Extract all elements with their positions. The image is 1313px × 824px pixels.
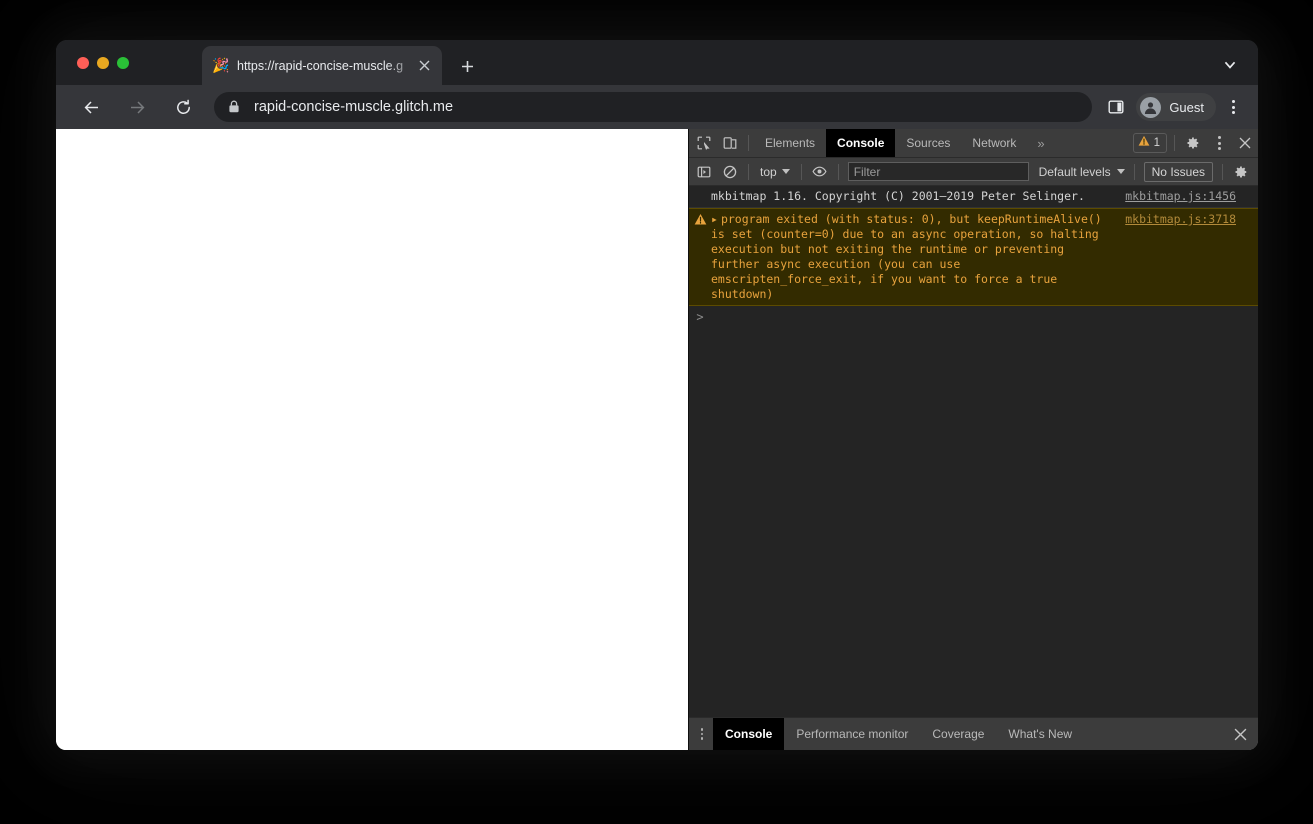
devtools-drawer-tabbar: Console Performance monitor Coverage Wha… bbox=[689, 717, 1258, 750]
tab-network[interactable]: Network bbox=[961, 129, 1027, 157]
tab-console[interactable]: Console bbox=[826, 129, 896, 157]
lock-icon bbox=[228, 100, 242, 114]
window-controls bbox=[77, 57, 129, 69]
new-tab-button[interactable] bbox=[454, 53, 480, 79]
filter-divider-2 bbox=[800, 163, 802, 180]
warning-triangle-icon bbox=[1138, 134, 1150, 152]
tab-sources[interactable]: Sources bbox=[895, 129, 961, 157]
console-message-source-link[interactable]: mkbitmap.js:1456 bbox=[1125, 189, 1258, 204]
filter-divider-3 bbox=[837, 163, 839, 180]
device-toolbar-icon[interactable] bbox=[717, 130, 743, 156]
message-gutter bbox=[689, 189, 711, 190]
back-button[interactable] bbox=[76, 92, 106, 122]
console-prompt-row[interactable]: > bbox=[689, 306, 1258, 328]
console-message-text: mkbitmap 1.16. Copyright (C) 2001–2019 P… bbox=[711, 189, 1085, 203]
log-levels-label: Default levels bbox=[1038, 164, 1111, 179]
clear-console-icon[interactable] bbox=[717, 159, 743, 185]
close-icon[interactable] bbox=[416, 58, 432, 74]
close-icon[interactable] bbox=[1226, 720, 1254, 748]
live-expression-icon[interactable] bbox=[807, 159, 833, 185]
console-warning-body: program exited (with status: 0), but kee… bbox=[711, 212, 1109, 301]
drawer-tab-coverage[interactable]: Coverage bbox=[920, 718, 996, 750]
three-dots-vertical-icon bbox=[1217, 136, 1221, 150]
profile-label: Guest bbox=[1169, 99, 1204, 115]
more-panels-button[interactable]: » bbox=[1027, 129, 1054, 157]
close-icon[interactable] bbox=[1232, 130, 1258, 156]
console-message-warning[interactable]: ▸ program exited (with status: 0), but ke… bbox=[689, 208, 1258, 306]
browser-tab[interactable]: 🎉 https://rapid-concise-muscle.g bbox=[202, 46, 442, 85]
gear-icon[interactable] bbox=[1180, 130, 1206, 156]
log-levels-selector[interactable]: Default levels bbox=[1035, 165, 1129, 179]
chevron-down-icon[interactable] bbox=[1218, 53, 1242, 77]
chevron-down-icon bbox=[781, 169, 790, 174]
avatar bbox=[1140, 96, 1162, 118]
address-bar[interactable]: rapid-concise-muscle.glitch.me bbox=[214, 92, 1093, 122]
devtools-main-toolbar: Elements Console Sources Network » 1 bbox=[689, 129, 1258, 158]
browser-toolbar: rapid-concise-muscle.glitch.me Guest bbox=[56, 85, 1258, 129]
prompt-caret-icon: > bbox=[696, 310, 704, 324]
console-settings-gear-icon[interactable] bbox=[1228, 159, 1254, 185]
window-close-button[interactable] bbox=[77, 57, 89, 69]
drawer-tab-console[interactable]: Console bbox=[713, 718, 785, 750]
devtools-panel: Elements Console Sources Network » 1 top… bbox=[688, 129, 1258, 750]
console-message-text: ▸ program exited (with status: 0), but ke… bbox=[711, 212, 1125, 302]
tab-elements[interactable]: Elements bbox=[754, 129, 826, 157]
drawer-more-button[interactable] bbox=[691, 728, 713, 740]
three-dots-vertical-icon bbox=[700, 728, 704, 740]
toolbar-divider bbox=[748, 135, 749, 151]
page-viewport[interactable] bbox=[56, 129, 688, 750]
expand-arrow-icon[interactable]: ▸ bbox=[711, 212, 718, 226]
console-message-list[interactable]: mkbitmap 1.16. Copyright (C) 2001–2019 P… bbox=[689, 186, 1258, 717]
warning-triangle-icon bbox=[689, 212, 711, 226]
toolbar-divider-2 bbox=[1174, 135, 1175, 151]
execution-context-selector[interactable]: top bbox=[754, 165, 796, 179]
console-message-source-link[interactable]: mkbitmap.js:3718 bbox=[1125, 212, 1258, 227]
forward-button[interactable] bbox=[122, 92, 152, 122]
console-filter-toolbar: top Default levels bbox=[689, 158, 1258, 186]
screen-canvas: 🎉 https://rapid-concise-muscle.g rapid-c… bbox=[0, 0, 1313, 824]
side-panel-icon[interactable] bbox=[1102, 93, 1130, 121]
warning-count-badge[interactable]: 1 bbox=[1132, 133, 1167, 153]
window-minimize-button[interactable] bbox=[97, 57, 109, 69]
profile-chip[interactable]: Guest bbox=[1136, 93, 1216, 121]
console-sidebar-icon[interactable] bbox=[691, 159, 717, 185]
browser-menu-button[interactable] bbox=[1220, 93, 1246, 121]
filter-divider-4 bbox=[1133, 163, 1135, 180]
execution-context-label: top bbox=[760, 164, 777, 179]
console-message-log[interactable]: mkbitmap 1.16. Copyright (C) 2001–2019 P… bbox=[689, 186, 1258, 208]
drawer-tab-whats-new[interactable]: What's New bbox=[996, 718, 1084, 750]
three-dots-vertical-icon bbox=[1231, 100, 1235, 114]
search-input[interactable] bbox=[847, 162, 1029, 181]
drawer-tab-performance-monitor[interactable]: Performance monitor bbox=[784, 718, 920, 750]
filter-divider-1 bbox=[748, 163, 749, 180]
browser-window: 🎉 https://rapid-concise-muscle.g rapid-c… bbox=[56, 40, 1258, 750]
inspect-element-icon[interactable] bbox=[691, 130, 717, 156]
window-maximize-button[interactable] bbox=[117, 57, 129, 69]
devtools-more-button[interactable] bbox=[1206, 130, 1232, 156]
warning-count: 1 bbox=[1153, 137, 1160, 149]
address-bar-url: rapid-concise-muscle.glitch.me bbox=[254, 99, 454, 115]
filter-divider-5 bbox=[1222, 163, 1223, 180]
tab-strip: 🎉 https://rapid-concise-muscle.g bbox=[56, 40, 1258, 85]
party-popper-icon: 🎉 bbox=[212, 57, 230, 73]
reload-button[interactable] bbox=[168, 92, 198, 122]
content-area: Elements Console Sources Network » 1 top… bbox=[56, 129, 1258, 750]
chevron-down-icon bbox=[1116, 169, 1125, 174]
tab-title: https://rapid-concise-muscle.g bbox=[237, 58, 404, 73]
issues-button[interactable]: No Issues bbox=[1143, 161, 1213, 182]
